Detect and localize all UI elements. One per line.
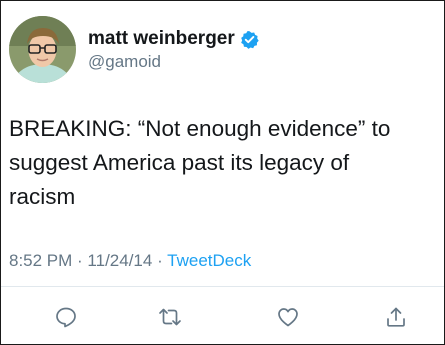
tweet-source-link[interactable]: TweetDeck: [167, 251, 251, 270]
share-button[interactable]: [383, 304, 409, 330]
meta-separator: ·: [72, 251, 88, 270]
like-button[interactable]: [275, 304, 301, 330]
meta-separator: ·: [152, 251, 168, 270]
retweet-icon: [159, 308, 181, 326]
avatar[interactable]: [9, 16, 76, 83]
reply-icon: [56, 307, 76, 328]
tweet-text: BREAKING: “Not enough evidence” to sugge…: [9, 116, 391, 209]
heart-icon: [278, 308, 298, 327]
reply-button[interactable]: [53, 304, 79, 330]
retweet-button[interactable]: [157, 304, 183, 330]
avatar-image: [9, 16, 76, 83]
tweet-meta: 8:52 PM · 11/24/14 · TweetDeck: [9, 251, 251, 271]
tweet-card: matt weinberger @gamoid BREAKING: “Not e…: [0, 0, 445, 345]
tweet-date[interactable]: 11/24/14: [87, 251, 152, 270]
display-name: matt weinberger: [88, 28, 235, 49]
verified-badge-icon: [240, 30, 259, 49]
display-name-row[interactable]: matt weinberger: [88, 27, 259, 51]
tweet-actions-bar: [1, 287, 444, 344]
tweet-time[interactable]: 8:52 PM: [9, 251, 72, 270]
user-handle[interactable]: @gamoid: [88, 52, 161, 72]
share-icon: [387, 307, 405, 327]
